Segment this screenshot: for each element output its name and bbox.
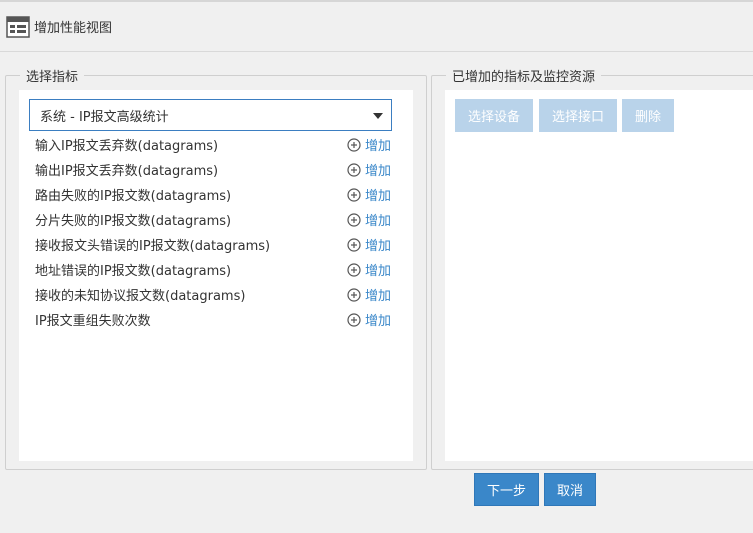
add-metric-label: 增加 xyxy=(364,189,391,204)
plus-circle-icon xyxy=(347,187,361,202)
select-device-button[interactable]: 选择设备 xyxy=(455,99,533,132)
metric-category-value: 系统 - IP报文高级统计 xyxy=(40,109,169,125)
window-list-icon xyxy=(6,15,30,38)
metric-label: IP报文重组失败次数 xyxy=(35,314,151,329)
metric-row: 接收报文头错误的IP报文数(datagrams) 增加 xyxy=(35,232,397,257)
metric-row: 接收的未知协议报文数(datagrams) 增加 xyxy=(35,282,397,307)
plus-circle-icon xyxy=(347,162,361,177)
metric-row: 分片失败的IP报文数(datagrams) 增加 xyxy=(35,207,397,232)
add-metric-label: 增加 xyxy=(364,239,391,254)
metric-label: 路由失败的IP报文数(datagrams) xyxy=(35,189,232,204)
metric-row: 输入IP报文丢弃数(datagrams) 增加 xyxy=(35,132,397,157)
metric-label: 分片失败的IP报文数(datagrams) xyxy=(35,214,232,229)
add-metric-label: 增加 xyxy=(364,164,391,179)
caret-down-icon xyxy=(373,113,383,119)
add-metric-label: 增加 xyxy=(364,264,391,279)
metric-list: 输入IP报文丢弃数(datagrams) 增加 输出IP报文丢弃数(datagr… xyxy=(35,132,397,332)
add-metric-label: 增加 xyxy=(364,314,391,329)
add-metric-button[interactable]: 增加 xyxy=(347,185,391,204)
add-metric-button[interactable]: 增加 xyxy=(347,285,391,304)
metric-label: 地址错误的IP报文数(datagrams) xyxy=(35,264,232,279)
dialog-header: 增加性能视图 xyxy=(0,2,753,52)
plus-circle-icon xyxy=(347,312,361,327)
metric-row: IP报文重组失败次数 增加 xyxy=(35,307,397,332)
plus-circle-icon xyxy=(347,262,361,277)
add-metric-button[interactable]: 增加 xyxy=(347,260,391,279)
metric-row: 路由失败的IP报文数(datagrams) 增加 xyxy=(35,182,397,207)
cancel-button[interactable]: 取消 xyxy=(544,473,596,506)
plus-circle-icon xyxy=(347,287,361,302)
added-metrics-panel: 选择设备 选择接口 删除 xyxy=(445,90,753,461)
metric-label: 接收的未知协议报文数(datagrams) xyxy=(35,289,246,304)
add-metric-button[interactable]: 增加 xyxy=(347,210,391,229)
metric-label: 输入IP报文丢弃数(datagrams) xyxy=(35,139,219,154)
metric-row: 输出IP报文丢弃数(datagrams) 增加 xyxy=(35,157,397,182)
page-title: 增加性能视图 xyxy=(34,21,113,36)
metric-label: 输出IP报文丢弃数(datagrams) xyxy=(35,164,219,179)
metric-label: 接收报文头错误的IP报文数(datagrams) xyxy=(35,239,271,254)
delete-button[interactable]: 删除 xyxy=(622,99,674,132)
plus-circle-icon xyxy=(347,137,361,152)
add-metric-button[interactable]: 增加 xyxy=(347,235,391,254)
added-metrics-legend: 已增加的指标及监控资源 xyxy=(452,70,596,85)
add-metric-button[interactable]: 增加 xyxy=(347,160,391,179)
next-step-button[interactable]: 下一步 xyxy=(474,473,539,506)
metric-row: 地址错误的IP报文数(datagrams) 增加 xyxy=(35,257,397,282)
select-interface-button[interactable]: 选择接口 xyxy=(539,99,617,132)
add-metric-label: 增加 xyxy=(364,214,391,229)
select-metrics-legend: 选择指标 xyxy=(26,70,79,85)
metrics-panel: 系统 - IP报文高级统计 输入IP报文丢弃数(datagrams) 增加 输出… xyxy=(19,90,413,461)
plus-circle-icon xyxy=(347,212,361,227)
add-metric-label: 增加 xyxy=(364,139,391,154)
add-metric-button[interactable]: 增加 xyxy=(347,310,391,329)
add-metric-button[interactable]: 增加 xyxy=(347,135,391,154)
add-metric-label: 增加 xyxy=(364,289,391,304)
metric-category-select[interactable]: 系统 - IP报文高级统计 xyxy=(29,99,392,131)
plus-circle-icon xyxy=(347,237,361,252)
